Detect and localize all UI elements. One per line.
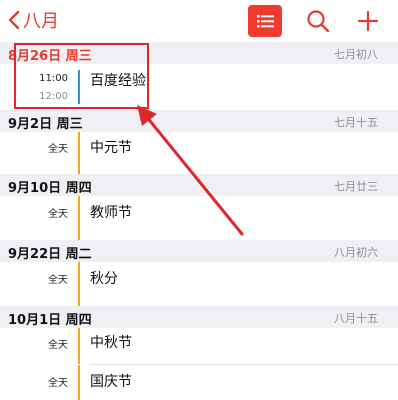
pointer-arrow <box>137 105 244 236</box>
